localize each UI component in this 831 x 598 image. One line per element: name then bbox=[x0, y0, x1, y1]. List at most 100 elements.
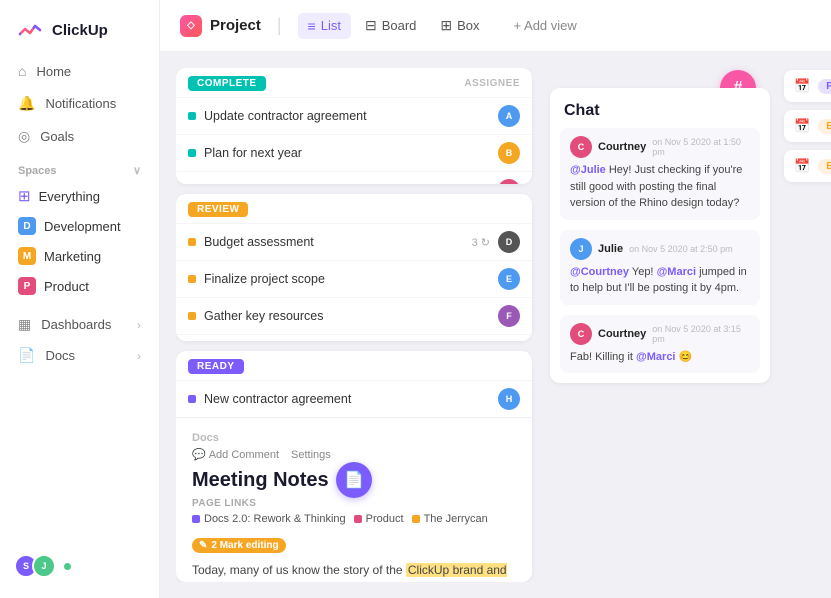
sidebar-item-home[interactable]: ⌂ Home bbox=[8, 56, 151, 86]
development-dot: D bbox=[18, 217, 36, 235]
sidebar: ClickUp ⌂ Home 🔔 Notifications ◎ Goals S… bbox=[0, 0, 160, 598]
chat-panel-wrapper: # Chat C Courtney on Nov 5 2020 at 1:50 … bbox=[550, 88, 770, 582]
section-complete: COMPLETE ASSIGNEE Update contractor agre… bbox=[176, 68, 532, 184]
section-ready: READY New contractor agreement H 📄 Docs … bbox=[176, 351, 532, 582]
page-link-label: Product bbox=[366, 513, 404, 525]
task-item[interactable]: Update contractor agreement A bbox=[176, 97, 532, 134]
chat-text-1: @Julie Hey! Just checking if you're stil… bbox=[570, 162, 750, 212]
task-item[interactable]: New contractor agreement H bbox=[176, 380, 532, 417]
chat-avatar-1: C bbox=[570, 136, 592, 158]
project-icon: ◇ bbox=[180, 15, 202, 37]
dashboards-chevron-icon: › bbox=[137, 318, 141, 332]
chat-author-2: Julie bbox=[598, 243, 623, 255]
task-item[interactable]: How to manage event planning C bbox=[176, 171, 532, 184]
add-comment-link[interactable]: 💬 Add Comment bbox=[192, 448, 279, 461]
add-view-label: + Add view bbox=[514, 18, 577, 33]
chat-avatar-2: J bbox=[570, 238, 592, 260]
task-avatar: C bbox=[498, 179, 520, 184]
page-links: Docs 2.0: Rework & Thinking Product The … bbox=[192, 513, 516, 525]
task-item[interactable]: Plan for next year B bbox=[176, 134, 532, 171]
spaces-section-label: Spaces ∨ bbox=[0, 152, 159, 181]
sidebar-item-development[interactable]: D Development bbox=[8, 211, 151, 241]
section-review: REVIEW Budget assessment 3 ↻ D Finalize … bbox=[176, 194, 532, 341]
assignee-label-complete: ASSIGNEE bbox=[464, 78, 520, 89]
page-link-label: The Jerrycan bbox=[424, 513, 488, 525]
task-avatar: E bbox=[498, 268, 520, 290]
sidebar-item-home-label: Home bbox=[36, 64, 71, 79]
chat-author-3: Courtney bbox=[598, 328, 646, 340]
docs-chevron-icon: › bbox=[137, 349, 141, 363]
task-avatar: B bbox=[498, 142, 520, 164]
right-sidebar-item-3[interactable]: 📅 EXECUTION 💬 bbox=[784, 150, 831, 182]
chat-title: Chat bbox=[550, 88, 770, 128]
right-sidebar-item-1[interactable]: 📅 PLANNING 💬 bbox=[784, 70, 831, 102]
tab-box[interactable]: ⊞ Box bbox=[430, 12, 489, 39]
chat-text-2: @Courtney Yep! @Marci jumped in to help … bbox=[570, 264, 750, 297]
page-link-item[interactable]: The Jerrycan bbox=[412, 513, 488, 525]
sidebar-item-product-label: Product bbox=[44, 279, 89, 294]
task-dot bbox=[188, 238, 196, 246]
sidebar-item-docs[interactable]: 📄 Docs › bbox=[0, 340, 159, 371]
multi-edit-label: 2 Mark editing bbox=[211, 540, 278, 551]
calendar-icon-1: 📅 bbox=[794, 78, 810, 94]
home-icon: ⌂ bbox=[18, 63, 26, 79]
docs-fab-button[interactable]: 📄 bbox=[336, 462, 372, 498]
project-title: Project bbox=[210, 17, 261, 34]
sidebar-item-everything[interactable]: ⊞ Everything bbox=[8, 181, 151, 211]
sidebar-item-notifications-label: Notifications bbox=[45, 96, 116, 111]
chat-meta-1: C Courtney on Nov 5 2020 at 1:50 pm bbox=[570, 136, 750, 158]
sidebar-nav: ⌂ Home 🔔 Notifications ◎ Goals bbox=[0, 56, 159, 152]
right-sidebar: 📅 PLANNING 💬 📅 EXECUTION 💬 📅 EXECUTION 💬 bbox=[784, 68, 831, 582]
task-dot bbox=[188, 149, 196, 157]
add-view-button[interactable]: + Add view bbox=[506, 13, 585, 38]
sidebar-item-product[interactable]: P Product bbox=[8, 271, 151, 301]
page-link-dot bbox=[192, 515, 200, 523]
list-icon: ≡ bbox=[308, 18, 316, 34]
edit-icon: ✎ bbox=[199, 540, 207, 551]
spaces-chevron-icon[interactable]: ∨ bbox=[133, 164, 141, 177]
task-name: Finalize project scope bbox=[204, 272, 490, 286]
sidebar-item-goals[interactable]: ◎ Goals bbox=[8, 121, 151, 152]
task-item[interactable]: Gather key resources F bbox=[176, 297, 532, 334]
mention-julie: @Julie bbox=[570, 164, 606, 176]
settings-link[interactable]: Settings bbox=[291, 448, 331, 461]
tab-box-label: Box bbox=[457, 18, 479, 33]
task-item[interactable]: Budget assessment 3 ↻ D bbox=[176, 223, 532, 260]
task-avatar: H bbox=[498, 388, 520, 410]
sidebar-item-everything-label: Everything bbox=[39, 189, 100, 204]
task-item[interactable]: Finalize project scope E bbox=[176, 260, 532, 297]
content-area: COMPLETE ASSIGNEE Update contractor agre… bbox=[160, 52, 831, 598]
status-badge-ready: READY bbox=[188, 359, 244, 374]
sidebar-item-docs-label: Docs bbox=[45, 348, 75, 363]
task-item[interactable]: Resource allocation G bbox=[176, 334, 532, 341]
page-link-item[interactable]: Docs 2.0: Rework & Thinking bbox=[192, 513, 346, 525]
chat-message-2: J Julie on Nov 5 2020 at 2:50 pm @Courtn… bbox=[560, 230, 760, 305]
page-link-dot bbox=[354, 515, 362, 523]
task-dot bbox=[188, 275, 196, 283]
chat-messages: C Courtney on Nov 5 2020 at 1:50 pm @Jul… bbox=[550, 128, 770, 383]
sidebar-item-marketing[interactable]: M Marketing bbox=[8, 241, 151, 271]
chat-message-3: C Courtney on Nov 5 2020 at 3:15 pm Fab!… bbox=[560, 315, 760, 374]
sidebar-item-dashboards-label: Dashboards bbox=[41, 317, 111, 332]
docs-actions: 💬 Add Comment Settings bbox=[192, 448, 516, 461]
task-dot bbox=[188, 112, 196, 120]
tab-board[interactable]: ⊟ Board bbox=[355, 12, 426, 39]
page-links-label: PAGE LINKS bbox=[192, 498, 516, 509]
tab-list[interactable]: ≡ List bbox=[298, 13, 351, 39]
highlight-brand: ClickUp brand and how it influenced many bbox=[192, 563, 507, 582]
sidebar-item-notifications[interactable]: 🔔 Notifications bbox=[8, 88, 151, 119]
sidebar-item-dashboards[interactable]: ▦ Dashboards › bbox=[0, 309, 159, 340]
chip-execution-2: EXECUTION bbox=[818, 159, 831, 174]
chip-execution-1: EXECUTION bbox=[818, 119, 831, 134]
docs-body: Today, many of us know the story of the … bbox=[192, 561, 516, 582]
sidebar-footer: S J bbox=[0, 544, 159, 588]
chat-time-2: on Nov 5 2020 at 2:50 pm bbox=[629, 244, 733, 254]
task-avatar: F bbox=[498, 305, 520, 327]
chat-text-3: Fab! Killing it @Marci 😊 bbox=[570, 349, 750, 366]
right-sidebar-item-2[interactable]: 📅 EXECUTION 💬 bbox=[784, 110, 831, 142]
topbar: ◇ Project | ≡ List ⊟ Board ⊞ Box + Add v… bbox=[160, 0, 831, 52]
bell-icon: 🔔 bbox=[18, 95, 35, 112]
product-dot: P bbox=[18, 277, 36, 295]
page-link-item[interactable]: Product bbox=[354, 513, 404, 525]
sidebar-item-development-label: Development bbox=[44, 219, 121, 234]
